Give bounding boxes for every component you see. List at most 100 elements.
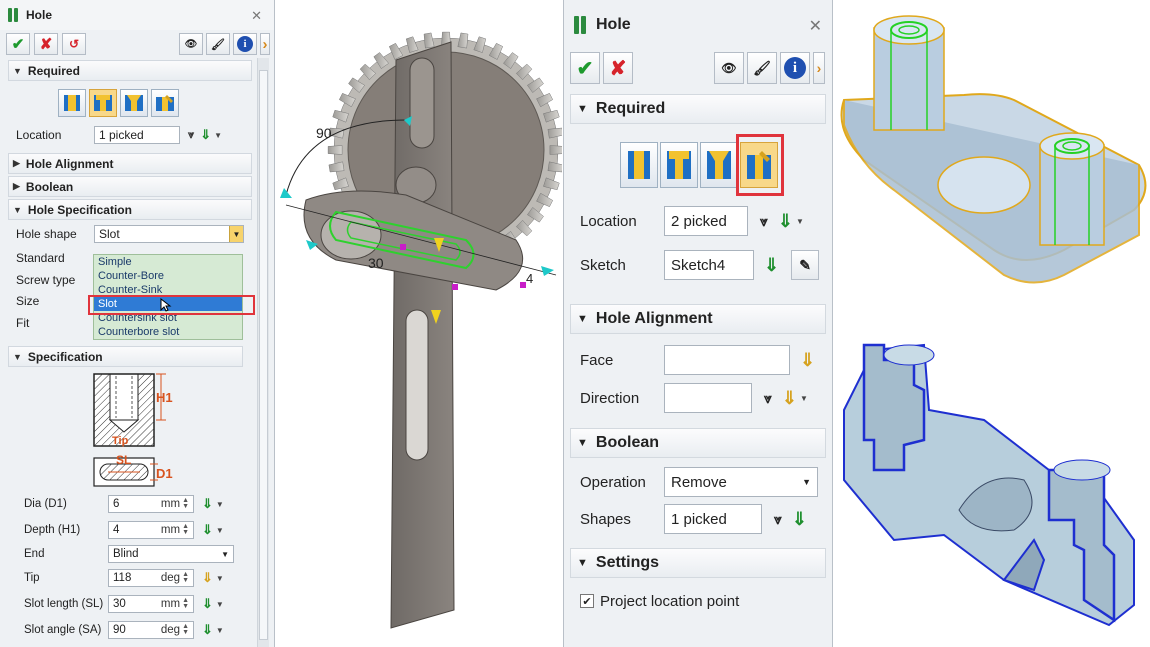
angle-dimension: 90 bbox=[316, 125, 332, 141]
brush-button[interactable]: 🖌 bbox=[206, 33, 230, 55]
dropdown-arrow-icon[interactable]: ▼ bbox=[221, 550, 229, 559]
section-required[interactable]: ▼ Required bbox=[8, 60, 252, 81]
download-arrow-icon[interactable]: ⇓ bbox=[782, 388, 797, 409]
dropdown-arrow-icon[interactable]: ▼ bbox=[802, 477, 811, 487]
sketch-row: Sketch Sketch4 ⇓ ✎ bbox=[580, 250, 822, 280]
drag-handle[interactable] bbox=[520, 282, 526, 288]
spinner-icon[interactable]: ▲ ▼ bbox=[182, 523, 189, 536]
tip-input[interactable]: 118 deg ▲ ▼ bbox=[108, 569, 194, 587]
option-counterbore-slot[interactable]: Counterbore slot bbox=[94, 325, 242, 339]
countersink-hole-button[interactable] bbox=[120, 89, 148, 117]
countersink-hole-icon bbox=[707, 151, 731, 179]
standard-label: Standard bbox=[16, 251, 65, 265]
caret-down-icon[interactable]: ▼ bbox=[216, 626, 224, 635]
simple-hole-button[interactable] bbox=[620, 142, 658, 188]
caret-down-icon[interactable]: ▼ bbox=[216, 574, 224, 583]
fit-label: Fit bbox=[16, 316, 30, 330]
hole-shape-row: Hole shape Slot ▼ bbox=[0, 222, 274, 246]
caret-down-icon[interactable]: ▼ bbox=[216, 600, 224, 609]
project-location-checkbox[interactable]: ✔ bbox=[580, 594, 594, 608]
caret-down-icon[interactable]: ▼ bbox=[216, 500, 224, 509]
preview-button[interactable]: 👁 bbox=[179, 33, 203, 55]
scrollbar-thumb[interactable] bbox=[259, 70, 268, 640]
sketch-field[interactable]: Sketch4 bbox=[664, 250, 754, 280]
spinner-icon[interactable]: ▲ ▼ bbox=[182, 597, 189, 610]
d1-label: D1 bbox=[156, 466, 173, 481]
hole-shape-select[interactable]: Slot ▼ bbox=[94, 225, 244, 243]
operation-select[interactable]: Remove ▼ bbox=[664, 467, 818, 497]
drag-handle[interactable] bbox=[541, 266, 554, 276]
countersink-hole-button[interactable] bbox=[700, 142, 738, 188]
section-hole-specification[interactable]: ▼ Hole Specification bbox=[8, 199, 252, 220]
cancel-button[interactable]: ✘ bbox=[603, 52, 633, 84]
hole-icon bbox=[8, 8, 20, 22]
download-arrow-icon[interactable]: ⇓ bbox=[202, 622, 213, 638]
caret-down-icon[interactable]: ▼ bbox=[216, 526, 224, 535]
end-select[interactable]: Blind ▼ bbox=[108, 545, 234, 563]
preview-button[interactable]: 👁 bbox=[714, 52, 744, 84]
double-chevron-icon[interactable]: ⩔ bbox=[188, 129, 194, 142]
apply-button[interactable]: ↺ bbox=[62, 33, 86, 55]
download-arrow-icon[interactable]: ⇓ bbox=[202, 496, 213, 512]
brush-button[interactable]: 🖌 bbox=[747, 52, 777, 84]
section-settings[interactable]: ▼ Settings bbox=[570, 548, 826, 578]
download-arrow-icon[interactable]: ⇓ bbox=[202, 596, 213, 612]
location-field[interactable]: 2 picked bbox=[664, 206, 748, 236]
section-required[interactable]: ▼ Required bbox=[570, 94, 826, 124]
depth-input[interactable]: 4 mm ▲ ▼ bbox=[108, 521, 194, 539]
slot-hole-button[interactable] bbox=[151, 89, 179, 117]
download-arrow-icon[interactable]: ⇓ bbox=[792, 509, 807, 530]
download-arrow-icon[interactable]: ⇓ bbox=[202, 522, 213, 538]
info-button[interactable]: i bbox=[233, 33, 257, 55]
shapes-field[interactable]: 1 picked bbox=[664, 504, 762, 534]
dropdown-arrow-icon[interactable]: ▼ bbox=[229, 226, 243, 242]
option-counter-bore[interactable]: Counter-Bore bbox=[94, 269, 242, 283]
download-arrow-icon[interactable]: ⇓ bbox=[800, 350, 815, 371]
help-button[interactable]: › bbox=[260, 33, 270, 55]
dia-input[interactable]: 6 mm ▲ ▼ bbox=[108, 495, 194, 513]
section-hole-alignment[interactable]: ▶ Hole Alignment bbox=[8, 153, 252, 174]
cancel-button[interactable]: ✘ bbox=[34, 33, 58, 55]
hole-shape-label: Hole shape bbox=[16, 227, 77, 241]
help-button[interactable]: › bbox=[813, 52, 825, 84]
download-arrow-icon[interactable]: ⇓ bbox=[200, 127, 211, 143]
sl-label: SL bbox=[116, 453, 131, 467]
section-hole-alignment[interactable]: ▼ Hole Alignment bbox=[570, 304, 826, 334]
spinner-icon[interactable]: ▲ ▼ bbox=[182, 497, 189, 510]
double-chevron-icon[interactable]: ⩔ bbox=[774, 511, 782, 528]
dialog-title-bar: Hole bbox=[564, 0, 832, 50]
close-icon[interactable]: ✕ bbox=[809, 16, 822, 36]
3d-viewport[interactable]: 90 30 4 bbox=[276, 0, 562, 647]
caret-down-icon[interactable]: ▼ bbox=[800, 394, 808, 403]
download-arrow-icon[interactable]: ⇓ bbox=[202, 570, 213, 586]
section-specification[interactable]: ▼ Specification bbox=[8, 346, 243, 367]
sketch-edit-button[interactable]: ✎ bbox=[791, 250, 820, 280]
simple-hole-button[interactable] bbox=[58, 89, 86, 117]
double-chevron-icon[interactable]: ⩔ bbox=[764, 390, 772, 407]
ok-button[interactable]: ✔ bbox=[570, 52, 600, 84]
counterbore-hole-button[interactable] bbox=[660, 142, 698, 188]
download-arrow-icon[interactable]: ⇓ bbox=[764, 255, 779, 276]
direction-field[interactable] bbox=[664, 383, 752, 413]
double-chevron-icon[interactable]: ⩔ bbox=[760, 213, 768, 230]
slot-angle-input[interactable]: 90 deg ▲ ▼ bbox=[108, 621, 194, 639]
param-row-tip: Tip 118 deg ▲ ▼ ⇓ ▼ bbox=[24, 569, 224, 587]
caret-down-icon[interactable]: ▼ bbox=[214, 131, 222, 140]
ok-button[interactable]: ✔ bbox=[6, 33, 30, 55]
face-field[interactable] bbox=[664, 345, 790, 375]
spinner-icon[interactable]: ▲ ▼ bbox=[182, 571, 189, 584]
drag-handle[interactable] bbox=[400, 244, 406, 250]
drag-handle[interactable] bbox=[452, 284, 458, 290]
spinner-icon[interactable]: ▲ ▼ bbox=[182, 623, 189, 636]
download-arrow-icon[interactable]: ⇓ bbox=[778, 211, 793, 232]
caret-down-icon[interactable]: ▼ bbox=[796, 217, 804, 226]
section-boolean[interactable]: ▶ Boolean bbox=[8, 176, 252, 197]
option-simple[interactable]: Simple bbox=[94, 255, 242, 269]
counterbore-hole-button[interactable] bbox=[89, 89, 117, 117]
info-button[interactable]: i bbox=[780, 52, 810, 84]
section-boolean[interactable]: ▼ Boolean bbox=[570, 428, 826, 458]
slot-length-input[interactable]: 30 mm ▲ ▼ bbox=[108, 595, 194, 613]
location-field[interactable]: 1 picked bbox=[94, 126, 180, 144]
close-icon[interactable]: ✕ bbox=[251, 8, 262, 24]
drag-handle[interactable] bbox=[280, 188, 292, 198]
